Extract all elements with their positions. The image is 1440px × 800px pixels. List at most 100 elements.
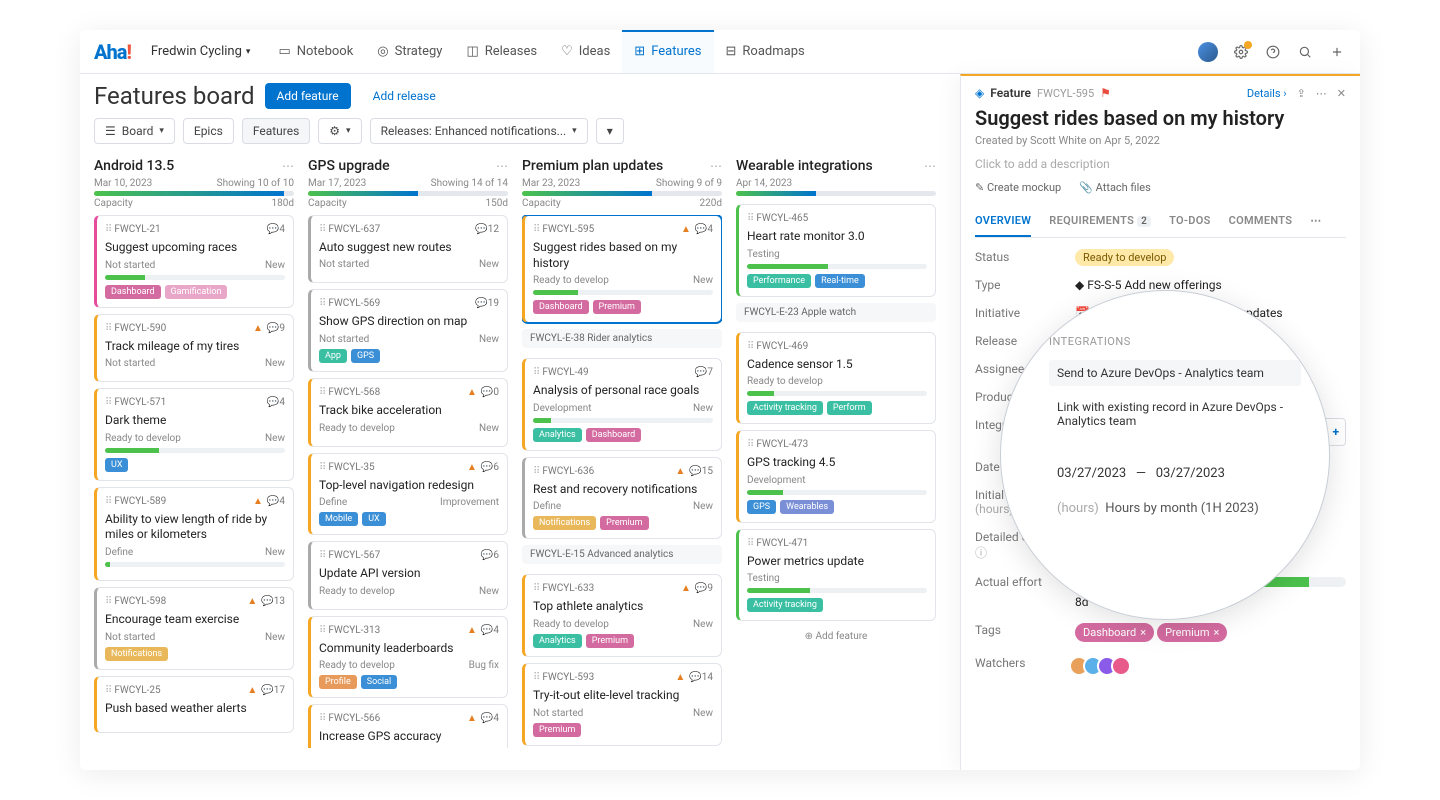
drag-handle-icon[interactable]: ⠿ <box>747 213 752 224</box>
tag-premium[interactable]: Premium × <box>1157 623 1227 642</box>
attach-files-link[interactable]: 📎 Attach files <box>1079 181 1151 194</box>
feature-card[interactable]: ⠿FWCYL-313▲💬4Community leaderboardsReady… <box>308 616 508 699</box>
settings-menu[interactable]: ⚙▾ <box>318 118 361 144</box>
feature-card[interactable]: ⠿FWCYL-567💬6Update API versionReady to d… <box>308 541 508 610</box>
drag-handle-icon[interactable]: ⠿ <box>533 367 538 378</box>
feature-card[interactable]: ⠿FWCYL-49💬7Analysis of personal race goa… <box>522 358 722 451</box>
comment-count: 💬19 <box>475 298 499 309</box>
avatar[interactable] <box>1198 42 1218 62</box>
feature-card[interactable]: ⠿FWCYL-568▲💬0Track bike accelerationRead… <box>308 378 508 447</box>
epics-toggle[interactable]: Epics <box>183 118 234 144</box>
drag-handle-icon[interactable]: ⠿ <box>533 466 538 477</box>
create-mockup-link[interactable]: ✎ Create mockup <box>975 181 1061 194</box>
filter-icon[interactable]: ▾ <box>596 118 624 144</box>
add-icon[interactable] <box>1328 43 1346 61</box>
add-feature-inline[interactable]: ⊕ Add feature <box>736 627 936 646</box>
feature-card[interactable]: ⠿FWCYL-465Heart rate monitor 3.0TestingP… <box>736 204 936 297</box>
feature-card[interactable]: ⠿FWCYL-590▲💬9Track mileage of my tiresNo… <box>94 314 294 383</box>
column-menu-icon[interactable]: ⋯ <box>496 159 508 173</box>
close-icon[interactable]: ✕ <box>1337 87 1346 100</box>
feature-card[interactable]: ⠿FWCYL-566▲💬4Increase GPS accuracyReady … <box>308 704 508 748</box>
status-value[interactable]: Ready to develop <box>1075 249 1174 266</box>
record-id: FWCYL-595 <box>1037 87 1094 100</box>
column-menu-icon[interactable]: ⋯ <box>924 159 936 173</box>
nav-tab-notebook[interactable]: ▭Notebook <box>266 30 365 73</box>
drag-handle-icon[interactable]: ⠿ <box>533 672 538 683</box>
nav-tab-features[interactable]: ⊞Features <box>622 30 713 73</box>
drag-handle-icon[interactable]: ⠿ <box>319 224 324 235</box>
nav-tab-roadmaps[interactable]: ⊟Roadmaps <box>714 30 817 73</box>
feature-card[interactable]: ⠿FWCYL-469Cadence sensor 1.5Ready to dev… <box>736 332 936 425</box>
tab-overview[interactable]: OVERVIEW <box>975 214 1031 237</box>
drag-handle-icon[interactable]: ⠿ <box>105 685 110 696</box>
warning-icon: ▲ <box>467 625 477 636</box>
share-icon[interactable]: ⇪ <box>1297 87 1306 100</box>
column-menu-icon[interactable]: ⋯ <box>282 159 294 173</box>
drag-handle-icon[interactable]: ⠿ <box>533 224 538 235</box>
more-icon[interactable]: ⋯ <box>1316 87 1327 100</box>
board-view-select[interactable]: ☰Board▾ <box>94 118 175 144</box>
card-tag: Profile <box>319 675 357 689</box>
nav-tab-releases[interactable]: ◫Releases <box>454 30 549 73</box>
gear-icon[interactable] <box>1232 43 1250 61</box>
search-icon[interactable] <box>1296 43 1314 61</box>
nav-tab-strategy[interactable]: ◎Strategy <box>365 30 454 73</box>
help-icon[interactable] <box>1264 43 1282 61</box>
drag-handle-icon[interactable]: ⠿ <box>105 596 110 607</box>
drag-handle-icon[interactable]: ⠿ <box>105 224 110 235</box>
drag-handle-icon[interactable]: ⠿ <box>747 341 752 352</box>
tab-comments[interactable]: COMMENTS <box>1229 214 1293 237</box>
type-value[interactable]: ◆ FS-S-5 Add new offerings <box>1075 278 1346 292</box>
drag-handle-icon[interactable]: ⠿ <box>105 323 110 334</box>
feature-card[interactable]: ⠿FWCYL-471Power metrics updateTestingAct… <box>736 529 936 622</box>
drag-handle-icon[interactable]: ⠿ <box>319 462 324 473</box>
initial-estimate-value[interactable]: Hours by month (1H 2023) <box>1075 488 1346 516</box>
date-range-value[interactable]: 03/27/2023 — 03/27/2023 <box>1075 460 1346 474</box>
description-placeholder[interactable]: Click to add a description <box>975 157 1346 171</box>
drag-handle-icon[interactable]: ⠿ <box>319 625 324 636</box>
add-release-button[interactable]: Add release <box>361 83 448 109</box>
tab-requirements[interactable]: REQUIREMENTS2 <box>1049 214 1151 237</box>
tab-more-icon[interactable]: ⋯ <box>1310 214 1321 237</box>
drag-handle-icon[interactable]: ⠿ <box>319 387 324 398</box>
details-link[interactable]: Details › <box>1247 87 1287 100</box>
feature-card[interactable]: ⠿FWCYL-633▲💬9Top athlete analyticsReady … <box>522 574 722 657</box>
workspace-switcher[interactable]: Fredwin Cycling▾ <box>141 40 261 63</box>
select-integration[interactable]: Select integration+ <box>1075 418 1346 446</box>
feature-card[interactable]: ⠿FWCYL-636▲💬15Rest and recovery notifica… <box>522 457 722 540</box>
add-feature-button[interactable]: Add feature <box>265 83 351 109</box>
feature-card[interactable]: ⠿FWCYL-593▲💬14Try-it-out elite-level tra… <box>522 663 722 746</box>
initiative-value[interactable]: 📅 FWCYL-R-36 Premium plan updates <box>1075 306 1346 320</box>
tag-dashboard[interactable]: Dashboard × <box>1075 623 1154 642</box>
feature-card[interactable]: ⠿FWCYL-35▲💬6Top-level navigation redesig… <box>308 453 508 536</box>
drag-handle-icon[interactable]: ⠿ <box>533 583 538 594</box>
tab-todos[interactable]: TO-DOS <box>1169 214 1211 237</box>
drag-handle-icon[interactable]: ⠿ <box>319 298 324 309</box>
feature-card[interactable]: ⠿FWCYL-637💬12Auto suggest new routesNot … <box>308 215 508 284</box>
feature-card[interactable]: ⠿FWCYL-21💬4Suggest upcoming racesNot sta… <box>94 215 294 308</box>
feature-card[interactable]: ⠿FWCYL-598▲💬13Encourage team exerciseNot… <box>94 587 294 670</box>
features-toggle[interactable]: Features <box>242 118 310 144</box>
feature-card[interactable]: ⠿FWCYL-589▲💬4Ability to view length of r… <box>94 487 294 581</box>
feature-card[interactable]: ⠿FWCYL-571💬4Dark themeReady to developNe… <box>94 388 294 481</box>
drag-handle-icon[interactable]: ⠿ <box>319 713 324 724</box>
feature-card[interactable]: ⠿FWCYL-595▲💬4Suggest rides based on my h… <box>522 215 722 323</box>
release-filter[interactable]: Releases: Enhanced notifications...▾ <box>370 118 588 144</box>
drag-handle-icon[interactable]: ⠿ <box>319 550 324 561</box>
column-menu-icon[interactable]: ⋯ <box>710 159 722 173</box>
drag-handle-icon[interactable]: ⠿ <box>747 439 752 450</box>
watchers-list[interactable] <box>1075 656 1346 676</box>
epic-parking-lot[interactable]: FWCYL-E-38 Rider analytics <box>522 329 722 348</box>
feature-card[interactable]: ⠿FWCYL-25▲💬17Push based weather alerts <box>94 676 294 734</box>
drag-handle-icon[interactable]: ⠿ <box>747 538 752 549</box>
drag-handle-icon[interactable]: ⠿ <box>105 397 110 408</box>
epic-parking-lot[interactable]: FWCYL-E-15 Advanced analytics <box>522 545 722 564</box>
feature-card[interactable]: ⠿FWCYL-569💬19Show GPS direction on mapNo… <box>308 289 508 372</box>
card-id: FWCYL-593 <box>542 672 594 683</box>
feature-title[interactable]: Suggest rides based on my history <box>975 106 1346 130</box>
feature-card[interactable]: ⠿FWCYL-473GPS tracking 4.5DevelopmentGPS… <box>736 430 936 523</box>
nav-tab-ideas[interactable]: ♡Ideas <box>549 30 622 73</box>
flag-icon[interactable]: ⚑ <box>1100 86 1111 100</box>
drag-handle-icon[interactable]: ⠿ <box>105 496 110 507</box>
epic-parking-lot[interactable]: FWCYL-E-23 Apple watch <box>736 303 936 322</box>
